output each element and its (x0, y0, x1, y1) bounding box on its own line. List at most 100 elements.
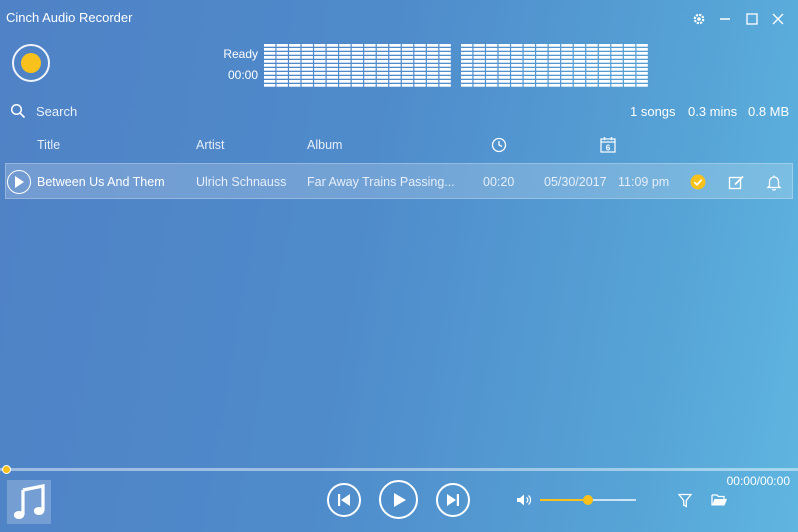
meter-segment (561, 56, 573, 59)
maximize-button[interactable] (743, 10, 761, 28)
meter-segment (561, 80, 573, 83)
playback-progress-knob[interactable] (2, 465, 11, 474)
meter-segment (439, 44, 451, 47)
meter-segment (511, 48, 523, 51)
meter-segment (376, 68, 389, 71)
meter-segment (289, 80, 301, 83)
calendar-icon[interactable]: 6 (599, 135, 617, 153)
meter-segment (376, 56, 389, 59)
meter-segment (486, 60, 498, 63)
playback-progress-bar[interactable] (0, 468, 798, 471)
ringtone-bell-icon[interactable] (765, 173, 783, 191)
meter-segment (301, 76, 313, 79)
meter-segment (548, 76, 561, 79)
meter-segment (301, 68, 313, 71)
meter-segment (636, 84, 648, 87)
play-button[interactable] (379, 480, 418, 519)
meter-segment (523, 76, 535, 79)
meter-segment (401, 80, 414, 83)
meter-segment (326, 76, 338, 79)
search-input[interactable]: Search (36, 104, 77, 119)
previous-button[interactable] (327, 483, 361, 517)
search-field[interactable]: Search (10, 102, 77, 120)
meter-segment (314, 76, 326, 79)
meter-segment (511, 44, 523, 47)
status-check-icon (690, 174, 706, 190)
meter-segment (339, 72, 351, 75)
meter-segment (586, 44, 598, 47)
meter-segment (301, 64, 313, 67)
meter-segment (548, 44, 561, 47)
clock-icon[interactable] (490, 136, 508, 154)
meter-segment (473, 84, 485, 87)
meter-segment (326, 72, 338, 75)
meter-segment (351, 72, 364, 75)
meter-segment (289, 56, 301, 59)
column-title[interactable]: Title (37, 138, 60, 152)
meter-segment (461, 64, 473, 67)
meter-segment (636, 44, 648, 47)
meter-segment (548, 84, 561, 87)
meter-segment (414, 64, 426, 67)
meter-segment (523, 56, 535, 59)
meter-segment (523, 72, 535, 75)
meter-segment (461, 48, 473, 51)
meter-segment (573, 44, 586, 47)
next-button[interactable] (436, 483, 470, 517)
meter-segment (498, 76, 510, 79)
meter-segment (376, 72, 389, 75)
close-button[interactable] (769, 10, 787, 28)
skip-back-icon (338, 494, 350, 506)
meter-segment (523, 84, 535, 87)
column-album[interactable]: Album (307, 138, 342, 152)
meter-segment (326, 52, 338, 55)
open-folder-icon[interactable] (710, 492, 728, 508)
meter-segment (276, 68, 288, 71)
meter-segment (339, 56, 351, 59)
play-icon (15, 176, 24, 188)
meter-segment (473, 68, 485, 71)
volume-icon[interactable] (515, 492, 533, 508)
filter-icon[interactable] (677, 492, 693, 508)
meter-segment (598, 64, 611, 67)
meter-segment (486, 84, 498, 87)
meter-segment (364, 52, 376, 55)
meter-segment (498, 48, 510, 51)
meter-segment (561, 68, 573, 71)
meter-segment (264, 56, 276, 59)
meter-segment (586, 84, 598, 87)
meter-segment (511, 64, 523, 67)
meter-segment (523, 64, 535, 67)
meter-segment (548, 80, 561, 83)
column-artist[interactable]: Artist (196, 138, 224, 152)
meter-segment (636, 56, 648, 59)
minimize-button[interactable] (716, 10, 734, 28)
meter-segment (376, 76, 389, 79)
meter-segment (611, 64, 623, 67)
meter-segment (339, 84, 351, 87)
meter-segment (401, 72, 414, 75)
meter-segment (351, 64, 364, 67)
meter-segment (498, 60, 510, 63)
edit-tag-icon[interactable] (727, 173, 745, 191)
settings-icon[interactable] (690, 10, 708, 28)
meter-segment (414, 76, 426, 79)
volume-slider-knob[interactable] (583, 495, 593, 505)
meter-segment (511, 52, 523, 55)
meter-segment (389, 64, 401, 67)
meter-segment (289, 84, 301, 87)
row-play-button[interactable] (7, 170, 31, 194)
meter-segment (573, 68, 586, 71)
meter-segment (401, 52, 414, 55)
meter-segment (548, 56, 561, 59)
meter-segment (314, 64, 326, 67)
meter-segment (486, 64, 498, 67)
skip-forward-icon (447, 494, 459, 506)
volume-slider-fill (540, 499, 588, 501)
meter-segment (264, 44, 276, 47)
record-button[interactable] (12, 44, 50, 82)
meter-segment (301, 56, 313, 59)
meter-segment (326, 56, 338, 59)
meter-segment (523, 68, 535, 71)
meter-segment (414, 72, 426, 75)
